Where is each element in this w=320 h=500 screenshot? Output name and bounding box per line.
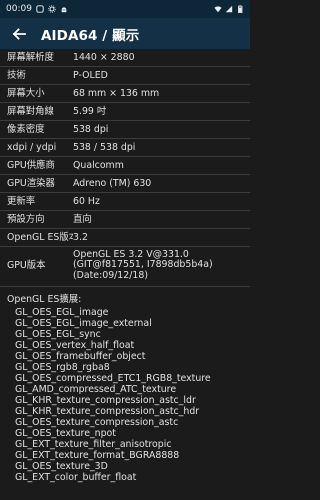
gear-icon xyxy=(48,5,56,13)
row-value: Qualcomm xyxy=(73,160,124,171)
extensions-list: GL_OES_EGL_image GL_OES_EGL_image_extern… xyxy=(0,307,250,483)
extensions-header: OpenGL ES擴展: xyxy=(7,294,82,305)
extension-item: GL_OES_rgb8_rgba8 xyxy=(15,362,110,373)
row-value: 3.2 xyxy=(73,232,88,243)
row-screen-resolution: 屏幕解析度 1440 × 2880 xyxy=(0,49,250,67)
extension-item: GL_OES_EGL_sync xyxy=(15,329,101,340)
app-bar: AIDA64 / 顯示 xyxy=(0,18,250,49)
row-value: 60 Hz xyxy=(73,196,100,207)
row-key: GPU版本 xyxy=(7,260,46,271)
row-value: 1440 × 2880 xyxy=(73,52,135,63)
signal-icon xyxy=(225,5,233,13)
extension-item: GL_OES_texture_3D xyxy=(15,461,108,472)
row-key: 技術 xyxy=(7,70,26,81)
extension-item: GL_OES_texture_npot xyxy=(15,428,116,439)
row-key: 預設方向 xyxy=(7,214,45,225)
row-screen-diagonal: 屏幕對角線 5.99 吋 xyxy=(0,103,250,121)
android-icon xyxy=(61,7,67,13)
extension-item: GL_OES_EGL_image_external xyxy=(15,318,152,329)
row-key: 更新率 xyxy=(7,196,36,207)
extension-item: GL_OES_compressed_ETC1_RGB8_texture xyxy=(15,373,211,384)
extension-item: GL_OES_vertex_half_float xyxy=(15,340,135,351)
extension-item: GL_OES_texture_compression_astc xyxy=(15,417,179,428)
row-value: OpenGL ES 3.2 V@331.0 (GIT@f817551, I789… xyxy=(73,249,213,281)
row-key: GPU渲染器 xyxy=(7,178,55,189)
extension-item: GL_EXT_texture_format_BGRA8888 xyxy=(15,450,180,461)
extension-item: GL_EXT_color_buffer_float xyxy=(15,472,137,483)
row-value: 538 dpi xyxy=(73,124,109,135)
navigation-bar xyxy=(0,489,250,500)
display-info-list[interactable]: 屏幕解析度 1440 × 2880 技術 P-OLED 屏幕大小 68 mm ×… xyxy=(0,49,250,489)
row-key: GPU供應商 xyxy=(7,160,55,171)
row-key: OpenGL ES版本 xyxy=(7,232,73,243)
status-bar: 00:09 xyxy=(0,0,250,18)
row-pixel-density: 像素密度 538 dpi xyxy=(0,121,250,139)
row-gpu-renderer: GPU渲染器 Adreno (TM) 630 xyxy=(0,175,250,193)
row-key: 屏幕對角線 xyxy=(7,106,54,117)
extension-item: GL_OES_framebuffer_object xyxy=(15,351,146,362)
status-left: 00:09 xyxy=(6,4,68,14)
row-screen-size: 屏幕大小 68 mm × 136 mm xyxy=(0,85,250,103)
row-value: 直向 xyxy=(73,214,92,225)
extension-item: GL_OES_EGL_image xyxy=(15,307,109,318)
row-default-orientation: 預設方向 直向 xyxy=(0,211,250,229)
row-technology: 技術 P-OLED xyxy=(0,67,250,85)
extension-item: GL_EXT_texture_filter_anisotropic xyxy=(15,439,172,450)
row-key: 屏幕解析度 xyxy=(7,52,54,63)
page-title: AIDA64 / 顯示 xyxy=(41,27,140,44)
row-key: 像素密度 xyxy=(7,124,45,135)
status-icons xyxy=(214,5,244,13)
row-value: 538 / 538 dpi xyxy=(73,142,136,153)
row-value: 5.99 吋 xyxy=(73,106,107,117)
row-value: 68 mm × 136 mm xyxy=(73,88,160,99)
row-gpu-version: GPU版本 OpenGL ES 3.2 V@331.0 (GIT@f817551… xyxy=(0,247,250,287)
row-key: xdpi / ydpi xyxy=(7,142,57,153)
back-button[interactable] xyxy=(9,24,29,44)
extension-item: GL_AMD_compressed_ATC_texture xyxy=(15,384,177,395)
notification-icon xyxy=(36,5,44,13)
row-key: 屏幕大小 xyxy=(7,88,45,99)
battery-icon xyxy=(238,5,243,13)
row-xdpi-ydpi: xdpi / ydpi 538 / 538 dpi xyxy=(0,139,250,157)
status-time: 00:09 xyxy=(6,4,32,14)
row-opengl-es-version: OpenGL ES版本 3.2 xyxy=(0,229,250,247)
extension-item: GL_KHR_texture_compression_astc_ldr xyxy=(15,395,196,406)
arrow-back-icon xyxy=(12,27,26,40)
row-value: P-OLED xyxy=(73,70,108,81)
row-value: Adreno (TM) 630 xyxy=(73,178,152,189)
row-refresh-rate: 更新率 60 Hz xyxy=(0,193,250,211)
wifi-icon xyxy=(214,6,222,13)
row-gpu-vendor: GPU供應商 Qualcomm xyxy=(0,157,250,175)
extension-item: GL_KHR_texture_compression_astc_hdr xyxy=(15,406,200,417)
